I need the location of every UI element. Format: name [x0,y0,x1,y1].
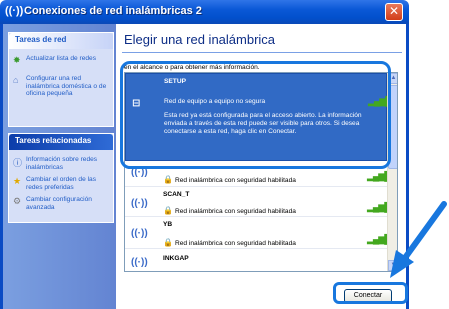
task-pane: Tareas de red ✸ Actualizar lista de rede… [0,24,116,309]
wireless-signal-icon: ((·)) [131,257,148,268]
task-label: Cambiar configuración avanzada [26,196,92,211]
window-title: Conexiones de red inalámbricas 2 [24,5,202,17]
heading-divider [122,52,402,53]
network-security: Red inalámbrica con seguridad habilitada [174,240,296,247]
network-tasks-group: Tareas de red ✸ Actualizar lista de rede… [8,32,114,127]
task-label: Configurar una red inalámbrica doméstica… [26,75,107,98]
network-item-inkgap[interactable]: ((·)) INKGAP [125,251,387,271]
lock-icon: 🔒 [163,206,173,215]
lock-icon: 🔒 [163,175,173,184]
highlight-ring-network [120,61,391,169]
network-name: YB [163,221,173,228]
network-item-yb[interactable]: ((·)) YB 🔒 Red inalámbrica con seguridad … [125,219,391,249]
chevron-up-icon: ▲ [390,75,397,81]
wireless-signal-icon: ((·)) [131,198,148,209]
lock-icon: 🔒 [163,238,173,247]
star-icon: ★ [13,176,22,186]
title-bar[interactable]: ((·)) Conexiones de red inalámbricas 2 ✕ [0,0,409,24]
gear-icon: ⚙ [13,196,22,206]
wireless-icon: ((·)) [5,5,24,17]
close-icon: ✕ [388,4,400,18]
related-tasks-group: Tareas relacionadas ⓘ Información sobre … [8,133,114,223]
wireless-signal-icon: ((·)) [131,228,148,239]
network-tasks-title: Tareas de red [9,33,113,49]
network-name: INKGAP [163,255,189,262]
task-label: Información sobre redes inalámbricas [26,156,98,171]
refresh-icon: ✸ [13,55,21,65]
task-label: Cambiar el orden de las redes preferidas [26,176,97,191]
close-button[interactable]: ✕ [385,3,403,21]
page-title: Elegir una red inalámbrica [124,32,276,47]
highlight-ring-connect [333,282,408,304]
task-label: Actualizar lista de redes [26,55,97,62]
related-tasks-title: Tareas relacionadas [9,134,113,150]
info-icon: ⓘ [13,158,23,168]
network-item-scan-t[interactable]: ((·)) SCAN_T 🔒 Red inalámbrica con seguri… [125,189,391,217]
setup-network-icon: ⌂ [13,75,19,85]
network-name: SCAN_T [163,191,190,198]
pointer-arrow-icon [390,201,447,278]
network-security: Red inalámbrica con seguridad habilitada [174,208,296,215]
network-security: Red inalámbrica con seguridad habilitada [174,177,296,184]
